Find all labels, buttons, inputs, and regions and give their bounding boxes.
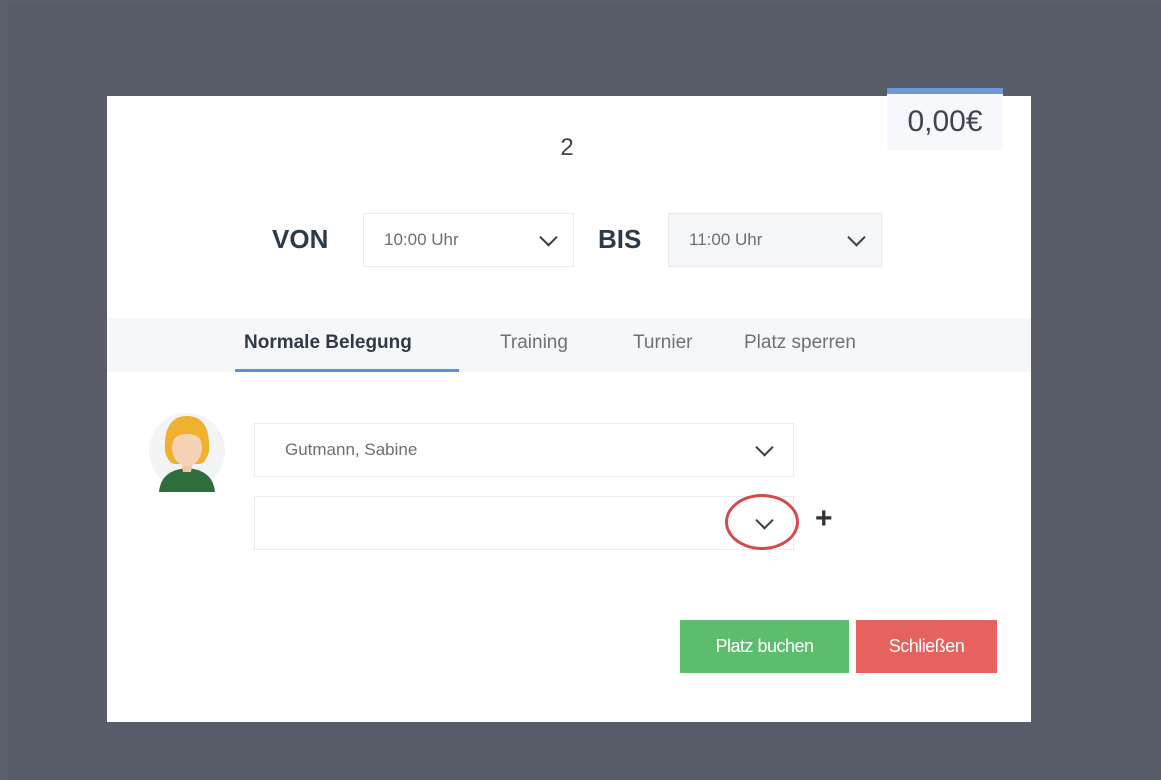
avatar-icon (149, 413, 225, 492)
tab-training[interactable]: Training (500, 332, 568, 354)
player2-select[interactable] (254, 496, 794, 550)
chevron-down-icon (539, 228, 558, 247)
chevron-down-icon (755, 438, 774, 457)
to-label: BIS (598, 224, 642, 254)
annotation-circle (725, 494, 799, 550)
player1-select[interactable]: Gutmann, Sabine (254, 423, 794, 477)
to-time-select[interactable]: 11:00 Uhr (668, 213, 882, 267)
chevron-down-icon (847, 228, 866, 247)
active-tab-indicator (235, 369, 459, 372)
tab-platz-sperren[interactable]: Platz sperren (744, 332, 856, 354)
price-badge: 0,00€ (887, 88, 1003, 150)
player1-value: Gutmann, Sabine (285, 440, 418, 459)
close-button[interactable]: Schließen (856, 620, 997, 673)
to-time-value: 11:00 Uhr (689, 230, 763, 249)
booking-type-tabs: Normale Belegung Training Turnier Platz … (107, 318, 1031, 372)
tab-normale-belegung[interactable]: Normale Belegung (244, 332, 412, 354)
court-number: 2 (560, 134, 574, 161)
add-player-button[interactable]: + (815, 502, 833, 536)
tab-turnier[interactable]: Turnier (633, 332, 692, 354)
from-label: VON (272, 224, 329, 254)
from-time-value: 10:00 Uhr (384, 230, 459, 249)
book-court-button[interactable]: Platz buchen (680, 620, 849, 673)
from-time-select[interactable]: 10:00 Uhr (363, 213, 574, 267)
booking-dialog: 0,00€ 2 VON 10:00 Uhr BIS 11:00 Uhr Norm… (107, 88, 1031, 722)
